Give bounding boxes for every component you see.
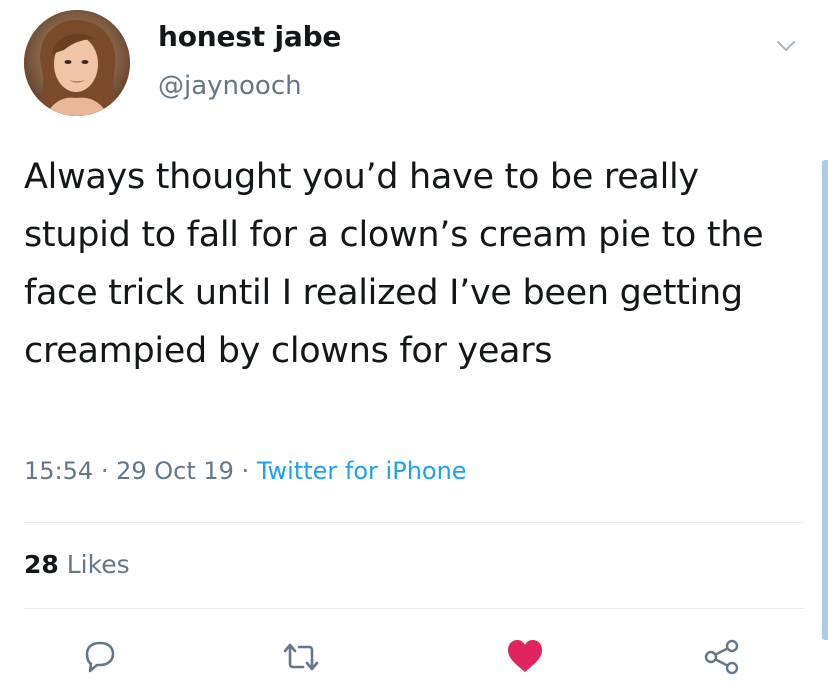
chevron-down-icon [777,41,795,51]
heart-icon [508,640,542,672]
tweet-date: 29 Oct 19 [116,457,234,485]
share-button[interactable] [700,635,744,679]
scrollbar[interactable] [822,160,828,640]
tweet-card: honest jabe @jaynooch Always thought you… [0,0,828,687]
meta-separator: · [100,457,109,485]
tweet-menu-button[interactable] [772,32,800,60]
likes-count: 28 [24,550,59,579]
avatar-image [24,10,130,116]
likes-summary[interactable]: 28 Likes [24,550,130,579]
author-display-name[interactable]: honest jabe [158,20,341,53]
like-button[interactable] [503,635,547,679]
share-icon [704,639,739,675]
divider [24,608,804,609]
tweet-time: 15:54 [24,457,94,485]
reply-button[interactable] [78,635,122,679]
likes-label: Likes [66,550,130,579]
meta-separator: · [241,457,250,485]
avatar[interactable] [24,10,130,116]
tweet-header: honest jabe @jaynooch [24,10,804,120]
retweet-button[interactable] [279,635,323,679]
reply-icon [85,641,115,673]
retweet-icon [283,643,319,671]
divider [24,522,804,523]
tweet-source-link[interactable]: Twitter for iPhone [257,457,467,485]
tweet-text: Always thought you’d have to be really s… [24,157,764,371]
tweet-actions [0,625,828,687]
tweet-meta: 15:54 · 29 Oct 19 · Twitter for iPhone [24,457,467,485]
author-handle[interactable]: @jaynooch [158,71,302,101]
